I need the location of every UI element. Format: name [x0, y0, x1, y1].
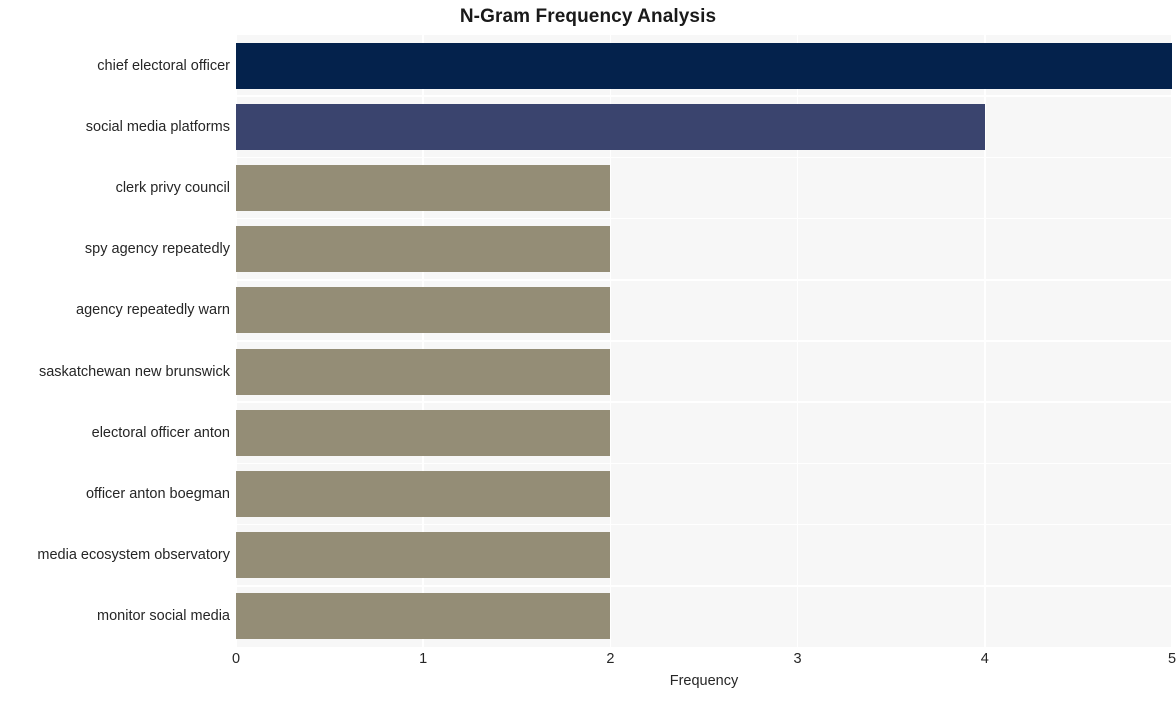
y-tick-label: clerk privy council	[115, 180, 230, 196]
bar	[236, 287, 611, 334]
x-axis-title: Frequency	[669, 673, 739, 689]
y-tick-label: monitor social media	[97, 608, 230, 625]
y-tick-label: electoral officer anton	[91, 424, 230, 441]
x-tick-label: 5	[1167, 651, 1176, 667]
x-tick-label: 4	[980, 651, 989, 667]
plot-area	[235, 35, 1173, 647]
bar	[236, 165, 611, 211]
bar	[236, 593, 611, 640]
gridline-horizontal	[236, 279, 1172, 281]
gridline-horizontal	[236, 523, 1172, 526]
gridline-horizontal	[236, 95, 1172, 97]
bar	[236, 471, 611, 517]
gridline-horizontal	[236, 401, 1172, 403]
y-tick-label: media ecosystem observatory	[37, 547, 230, 564]
y-tick-label: chief electoral officer	[97, 57, 230, 74]
bar	[236, 532, 611, 579]
y-tick-label: agency repeatedly warn	[76, 302, 230, 319]
bar	[236, 103, 985, 150]
x-tick-label: 3	[793, 651, 802, 667]
chart-title: N-Gram Frequency Analysis	[459, 6, 717, 27]
gridline-horizontal	[236, 462, 1172, 465]
bar	[236, 226, 611, 273]
gridline-horizontal	[236, 340, 1172, 342]
bar	[236, 42, 1172, 89]
bar	[236, 348, 611, 395]
y-axis-tick-labels: chief electoral officer social media plat…	[0, 35, 236, 647]
gridline-horizontal	[236, 585, 1172, 587]
y-tick-label: social media platforms	[85, 118, 230, 135]
chart-figure: N-Gram Frequency Analysis chief electora…	[0, 0, 1176, 701]
y-tick-label: officer anton boegman	[85, 486, 230, 502]
x-tick-label: 2	[606, 651, 615, 667]
x-axis-tick-labels: 0 1 2 3 4 5	[232, 650, 1176, 672]
bar	[236, 409, 611, 456]
gridline-horizontal	[236, 217, 1172, 220]
gridline-horizontal	[236, 156, 1172, 159]
y-tick-label: saskatchewan new brunswick	[38, 363, 230, 380]
y-tick-label: spy agency repeatedly	[84, 241, 230, 258]
x-tick-label: 0	[231, 651, 241, 667]
x-tick-label: 1	[419, 651, 428, 667]
